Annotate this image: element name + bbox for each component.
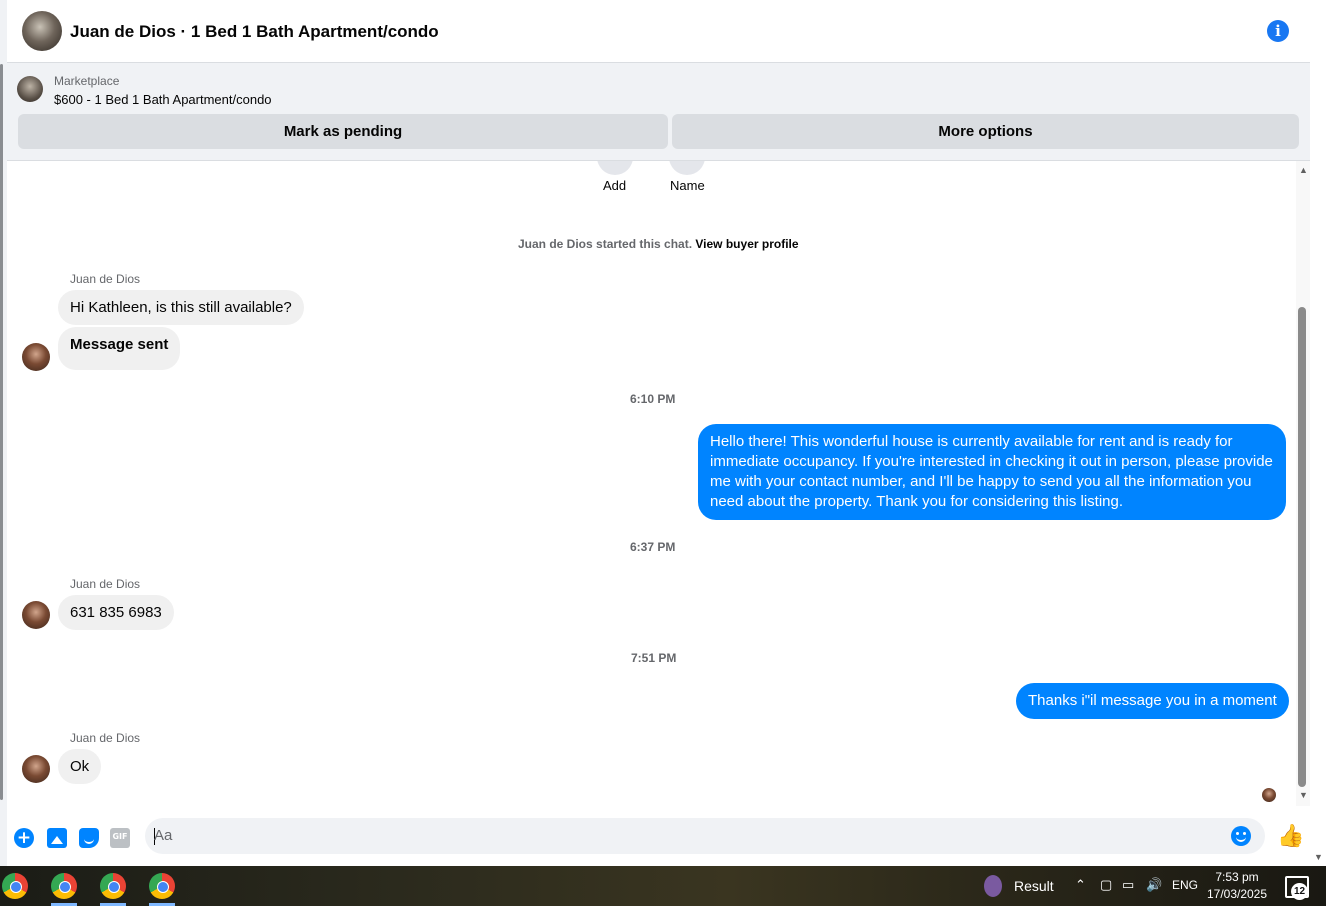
camera-icon[interactable]: ▢	[1100, 877, 1112, 893]
result-label[interactable]: Result	[1014, 878, 1054, 894]
timestamp: 6:37 PM	[630, 540, 676, 554]
sticker-icon[interactable]	[79, 828, 99, 848]
message-composer: + GIF Aa 👍	[7, 806, 1310, 866]
message-input[interactable]: Aa	[145, 818, 1265, 854]
sender-name: Juan de Dios	[70, 272, 141, 286]
chat-started-notice: Juan de Dios started this chat. View buy…	[518, 237, 799, 251]
incoming-message[interactable]: Message sent	[58, 327, 181, 370]
listing-avatar[interactable]	[22, 11, 62, 51]
chrome-icon[interactable]	[51, 873, 77, 899]
clock-time[interactable]: 7:53 pm	[1205, 870, 1269, 884]
result-icon[interactable]	[984, 875, 1002, 897]
scroll-thumb[interactable]	[1298, 307, 1306, 787]
chat-started-text: Juan de Dios started this chat.	[518, 237, 693, 251]
chrome-icon[interactable]	[100, 873, 126, 899]
info-icon[interactable]: i	[1267, 20, 1289, 42]
plus-icon[interactable]: +	[14, 828, 34, 848]
sender-name: Juan de Dios	[70, 577, 141, 591]
emoji-icon[interactable]	[1231, 826, 1251, 846]
message-thread[interactable]: Add Name Juan de Dios started this chat.…	[7, 161, 1296, 806]
volume-icon[interactable]: 🔊	[1146, 877, 1162, 893]
clock-date[interactable]: 17/03/2025	[1205, 887, 1269, 901]
incoming-message[interactable]: Ok	[58, 749, 102, 784]
photo-icon[interactable]	[47, 828, 67, 848]
seen-receipt-avatar	[1262, 788, 1276, 802]
marketplace-label: Marketplace	[54, 74, 120, 88]
left-window-edge	[0, 0, 7, 866]
sender-avatar[interactable]	[22, 343, 50, 371]
timestamp: 7:51 PM	[631, 651, 677, 665]
page-scroll-down-arrow-icon[interactable]: ▼	[1314, 852, 1323, 862]
mark-as-pending-button[interactable]: Mark as pending	[18, 114, 668, 149]
more-options-button[interactable]: More options	[672, 114, 1299, 149]
chrome-profile-icon[interactable]	[2, 873, 28, 899]
name-button[interactable]	[669, 161, 705, 175]
sender-avatar[interactable]	[22, 601, 50, 629]
network-icon[interactable]: ▭	[1122, 877, 1134, 893]
sender-avatar[interactable]	[22, 755, 50, 783]
add-contact-button[interactable]	[597, 161, 633, 175]
language-indicator[interactable]: ENG	[1172, 878, 1198, 892]
incoming-message[interactable]: 631 835 6983	[58, 595, 174, 630]
message-placeholder: Aa	[154, 827, 173, 844]
chat-title[interactable]: Juan de Dios · 1 Bed 1 Bath Apartment/co…	[70, 22, 439, 42]
timestamp: 6:10 PM	[630, 392, 676, 406]
scroll-down-arrow-icon[interactable]: ▼	[1299, 790, 1308, 800]
listing-thumbnail[interactable]	[17, 76, 43, 102]
name-label: Name	[670, 178, 705, 193]
sender-name: Juan de Dios	[70, 731, 141, 745]
thumbs-up-icon[interactable]: 👍	[1277, 824, 1304, 848]
gif-icon[interactable]: GIF	[110, 828, 130, 848]
left-scrollbar[interactable]	[0, 64, 3, 800]
page-scrollbar[interactable]: ▼	[1310, 0, 1326, 866]
incoming-message[interactable]: Hi Kathleen, is this still available?	[58, 290, 304, 325]
notification-count-badge: 12	[1291, 883, 1308, 900]
scroll-up-arrow-icon[interactable]: ▲	[1299, 165, 1308, 175]
add-label: Add	[603, 178, 627, 193]
view-buyer-profile-link[interactable]: View buyer profile	[695, 237, 798, 251]
listing-title[interactable]: $600 - 1 Bed 1 Bath Apartment/condo	[54, 92, 272, 107]
outgoing-message[interactable]: Hello there! This wonderful house is cur…	[698, 424, 1286, 520]
thread-scrollbar[interactable]: ▲ ▼	[1296, 161, 1310, 806]
marketplace-banner: Marketplace $600 - 1 Bed 1 Bath Apartmen…	[7, 63, 1310, 161]
outgoing-message[interactable]: Thanks i"il message you in a moment	[1016, 683, 1289, 719]
windows-taskbar: Result ⌃ ▢ ▭ 🔊 ENG 7:53 pm 17/03/2025 12	[0, 866, 1326, 906]
chevron-up-icon[interactable]: ⌃	[1075, 877, 1086, 893]
chat-header: Juan de Dios · 1 Bed 1 Bath Apartment/co…	[7, 0, 1310, 63]
chrome-icon[interactable]	[149, 873, 175, 899]
